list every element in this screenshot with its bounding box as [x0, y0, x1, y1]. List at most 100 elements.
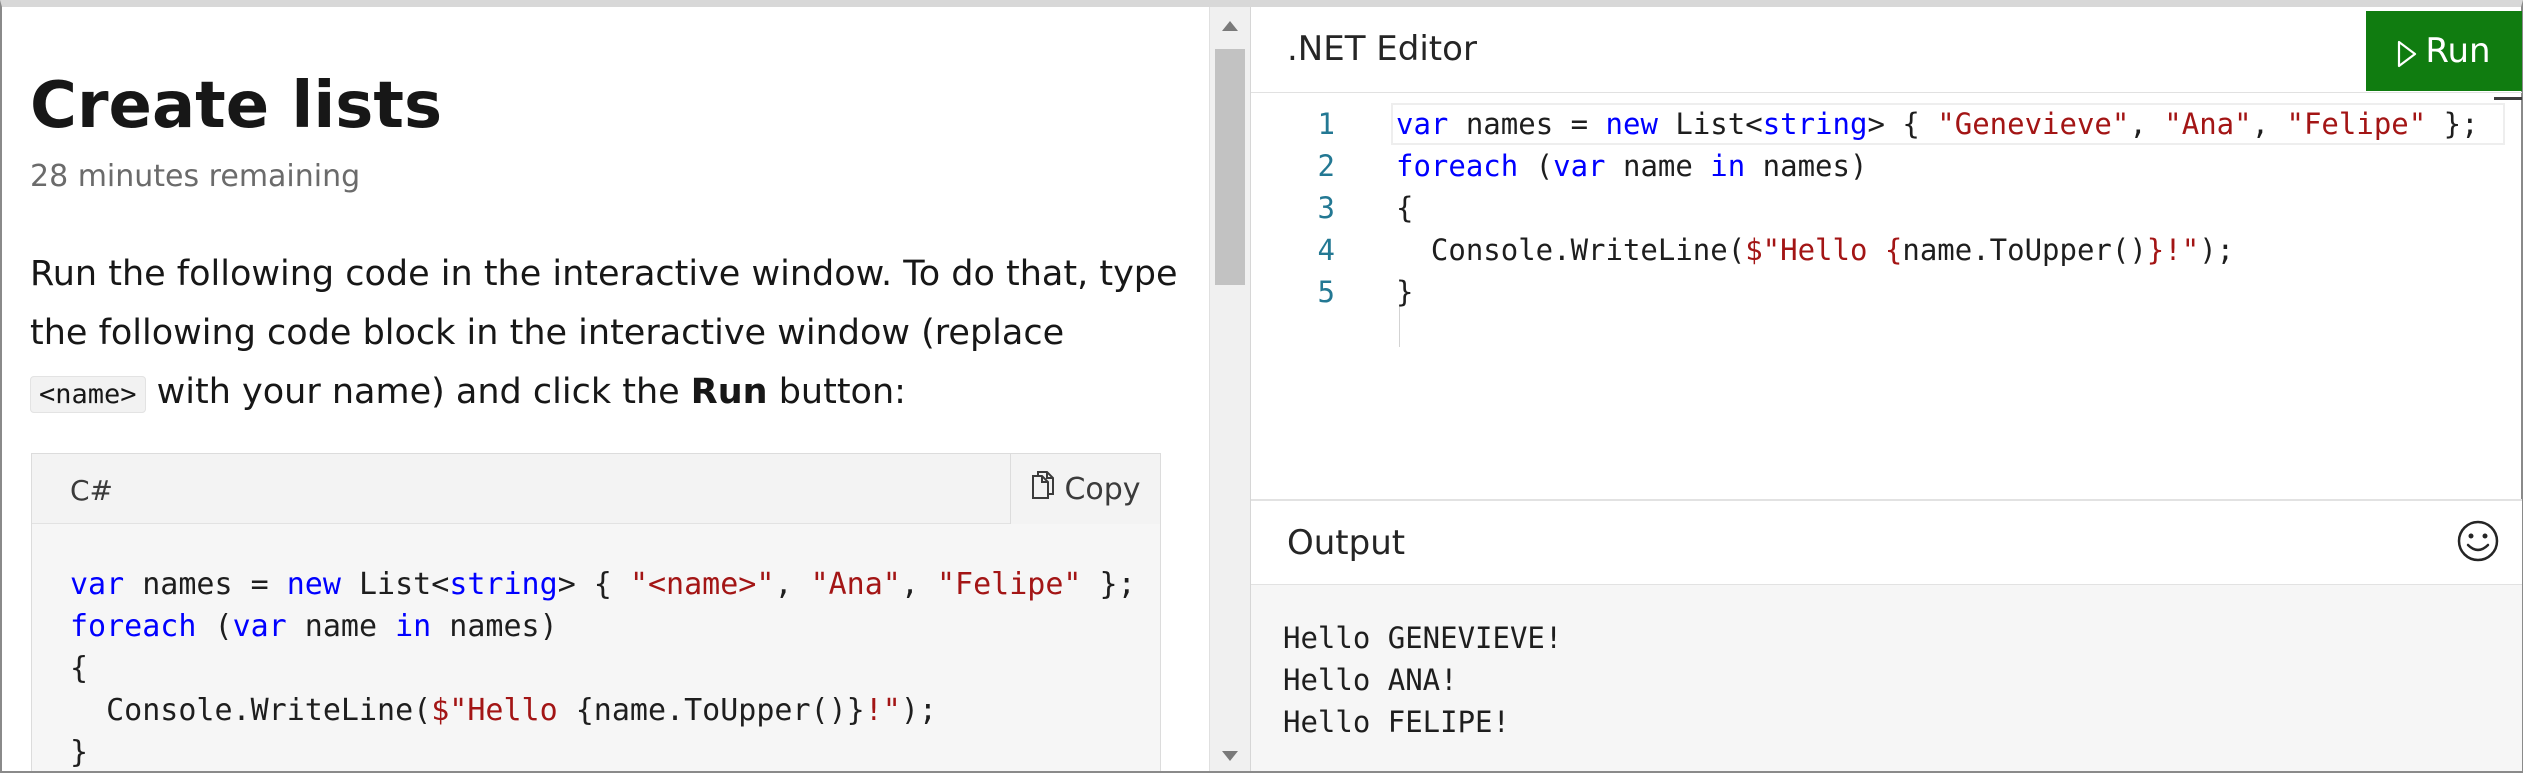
- line-number: 3: [1317, 191, 1335, 225]
- code-line: }: [70, 732, 1136, 771]
- run-button[interactable]: Run: [2366, 11, 2522, 91]
- code-token: {: [70, 651, 89, 686]
- code-token: (: [196, 609, 233, 644]
- editor-token: var: [1396, 107, 1449, 141]
- line-number: 2: [1317, 149, 1335, 183]
- editor-token: names =: [1448, 107, 1606, 141]
- scroll-down-arrow-icon[interactable]: [1222, 751, 1238, 761]
- scroll-up-arrow-icon[interactable]: [1222, 21, 1238, 31]
- editor-token: (: [1518, 149, 1554, 183]
- editor-header: .NET Editor Run: [1251, 7, 2522, 93]
- output-panel: Hello GENEVIEVE! Hello ANA! Hello FELIPE!: [1251, 585, 2522, 771]
- output-text: Hello GENEVIEVE! Hello ANA! Hello FELIPE!: [1283, 617, 1562, 743]
- instructions-pane: Create lists 28 minutes remaining Run th…: [2, 7, 1209, 771]
- smiley-icon: [2456, 520, 2500, 567]
- code-token: $"Hello: [431, 693, 576, 728]
- editor-token: new: [1605, 107, 1658, 141]
- code-sample[interactable]: var names = new List<string> { "<name>",…: [70, 564, 1136, 771]
- editor-line: 5}: [1251, 271, 2522, 313]
- code-token: var: [232, 609, 287, 644]
- line-number: 4: [1317, 233, 1335, 267]
- output-line: Hello FELIPE!: [1283, 705, 1510, 739]
- code-token: "<name>": [629, 567, 775, 602]
- code-token: ,: [900, 567, 937, 602]
- code-token: List<: [340, 567, 450, 602]
- code-token: {name.ToUpper()}: [575, 693, 865, 728]
- line-code: }: [1396, 271, 1413, 313]
- editor-token: "Genevieve": [1937, 107, 2130, 141]
- line-code: foreach (var name in names): [1396, 145, 1867, 187]
- page-title: Create lists: [30, 69, 443, 143]
- editor-token: }: [1396, 275, 1414, 309]
- code-sample-card: C# Copy var names = new List<string> { "…: [31, 453, 1161, 771]
- code-token: );: [900, 693, 937, 728]
- code-token: name: [286, 609, 396, 644]
- code-line: Console.WriteLine($"Hello {name.ToUpper(…: [70, 690, 1136, 732]
- editor-token: $"Hello: [1745, 233, 1885, 267]
- output-title: Output: [1287, 523, 1406, 563]
- instructions-text-2: with your name) and click the: [145, 372, 691, 412]
- code-token: }: [70, 735, 89, 770]
- editor-token: );: [2199, 233, 2235, 267]
- editor-line: 3{: [1251, 187, 2522, 229]
- line-number: 1: [1317, 107, 1335, 141]
- editor-line: 4 Console.WriteLine($"Hello {name.ToUppe…: [1251, 229, 2522, 271]
- copy-icon: [1030, 470, 1056, 508]
- instructions-text-3: button:: [767, 372, 906, 412]
- editor-token: {: [1884, 233, 1903, 267]
- editor-token: "Ana": [2164, 107, 2252, 141]
- editor-token: name: [1605, 149, 1711, 183]
- feedback-button[interactable]: [2456, 519, 2500, 563]
- line-number: 5: [1317, 275, 1335, 309]
- editor-token: > {: [1867, 107, 1938, 141]
- output-line: Hello ANA!: [1283, 663, 1458, 697]
- code-language-label: C#: [70, 474, 114, 507]
- editor-token: ,: [2129, 107, 2165, 141]
- code-token: "Felipe": [937, 567, 1082, 602]
- editor-token: names): [1745, 149, 1868, 183]
- output-line: Hello GENEVIEVE!: [1283, 621, 1563, 655]
- play-icon: [2397, 37, 2417, 68]
- instructions-scrollbar[interactable]: [1209, 7, 1250, 771]
- editor-token: List<: [1657, 107, 1763, 141]
- line-code: var names = new List<string> { "Geneviev…: [1396, 103, 2479, 145]
- code-line: foreach (var name in names): [70, 606, 1136, 648]
- editor-pane: .NET Editor Run 1 var names = new List<st…: [1250, 7, 2522, 771]
- code-editor[interactable]: 1 var names = new List<string> { "Genevie…: [1251, 93, 2522, 499]
- editor-token: };: [2426, 107, 2479, 141]
- editor-token: in: [1710, 149, 1746, 183]
- scrollbar-thumb[interactable]: [1215, 49, 1245, 285]
- code-line: {: [70, 648, 1136, 690]
- editor-token: "Felipe": [2286, 107, 2427, 141]
- line-code: {: [1396, 187, 1413, 229]
- code-token: in: [395, 609, 432, 644]
- code-token: !": [864, 693, 901, 728]
- line-code: Console.WriteLine($"Hello {name.ToUpper(…: [1396, 229, 2234, 271]
- editor-token: name.ToUpper(): [1902, 233, 2147, 267]
- code-token: var: [70, 567, 125, 602]
- editor-line: 2 foreach (var name in names): [1251, 145, 2522, 187]
- code-token: ,: [774, 567, 811, 602]
- inline-code-name: <name>: [30, 376, 146, 413]
- editor-title: .NET Editor: [1287, 29, 1477, 69]
- code-token: foreach: [70, 609, 197, 644]
- editor-token: }: [2146, 233, 2165, 267]
- instructions-text-1: Run the following code in the interactiv…: [30, 254, 1178, 353]
- instructions-run-word: Run: [690, 372, 768, 412]
- code-line: var names = new List<string> { "<name>",…: [70, 564, 1136, 606]
- code-token: Console.WriteLine(: [70, 693, 432, 728]
- time-remaining: 28 minutes remaining: [30, 159, 361, 194]
- copy-label: Copy: [1064, 471, 1141, 507]
- code-token: new: [286, 567, 341, 602]
- editor-token: foreach: [1396, 149, 1519, 183]
- editor-token: !": [2164, 233, 2200, 267]
- editor-token: Console.WriteLine(: [1396, 233, 1746, 267]
- copy-button[interactable]: Copy: [1010, 454, 1160, 524]
- output-header: Output: [1251, 499, 2522, 585]
- code-token: };: [1081, 567, 1136, 602]
- editor-overview-ruler: [2494, 97, 2522, 100]
- editor-token: var: [1553, 149, 1606, 183]
- editor-token: string: [1762, 107, 1868, 141]
- code-token: > {: [557, 567, 630, 602]
- editor-token: {: [1396, 191, 1414, 225]
